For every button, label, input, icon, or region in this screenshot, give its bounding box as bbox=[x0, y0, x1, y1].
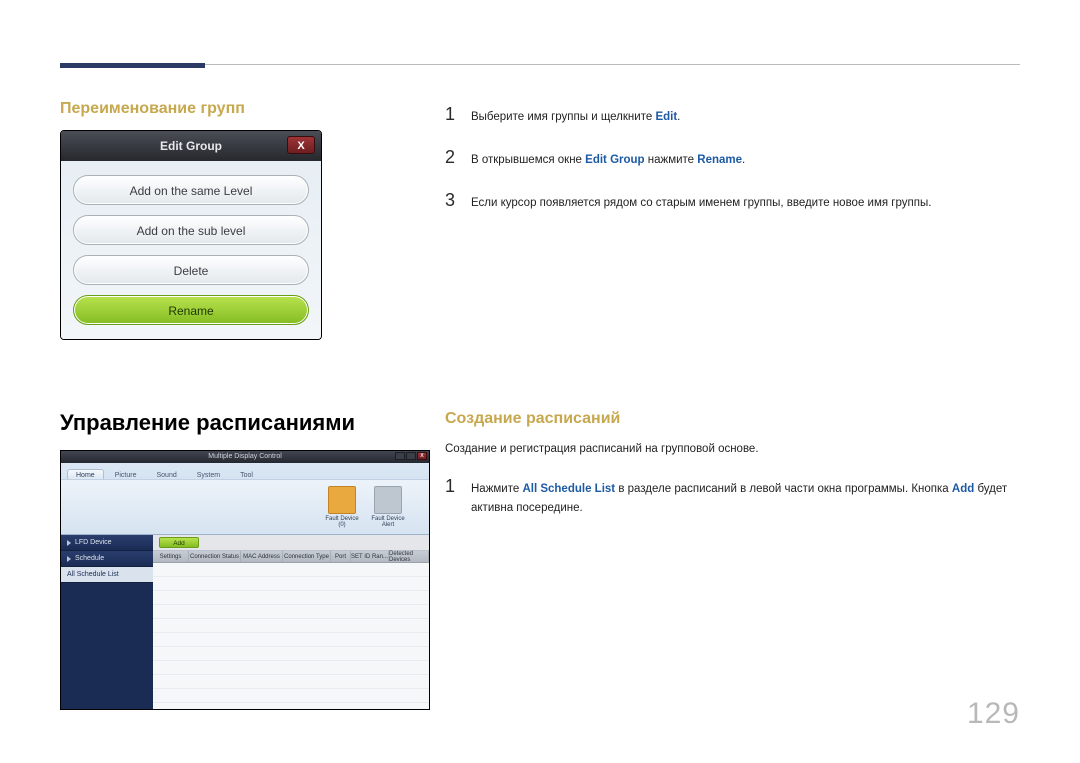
step-text: Выберите имя группы и щелкните bbox=[471, 111, 655, 123]
tab-picture[interactable]: Picture bbox=[106, 469, 146, 479]
mdc-window: Multiple Display Control x Home Picture … bbox=[60, 450, 430, 710]
ribbon-fault-alert[interactable]: Fault Device Alert bbox=[367, 486, 409, 528]
step-number: 3 bbox=[445, 186, 471, 215]
grid-rows bbox=[153, 563, 429, 709]
tab-system[interactable]: System bbox=[188, 469, 229, 479]
warning-icon bbox=[328, 486, 356, 514]
add-same-level-button[interactable]: Add on the same Level bbox=[73, 175, 309, 205]
create-schedules-intro: Создание и регистрация расписаний на гру… bbox=[445, 440, 1020, 458]
dialog-title: Edit Group X bbox=[61, 131, 321, 161]
col-conn-type: Connection Type bbox=[283, 551, 331, 562]
step-number: 2 bbox=[445, 143, 471, 172]
col-port: Port bbox=[331, 551, 351, 562]
keyword-rename: Rename bbox=[697, 154, 742, 166]
edit-group-dialog: Edit Group X Add on the same Level Add o… bbox=[60, 130, 322, 340]
tab-sound[interactable]: Sound bbox=[147, 469, 185, 479]
col-setid: SET ID Ran... bbox=[351, 551, 389, 562]
keyword-editgroup: Edit Group bbox=[585, 154, 644, 166]
keyword-all-schedule: All Schedule List bbox=[522, 483, 615, 495]
rename-groups-heading: Переименование групп bbox=[60, 100, 440, 118]
page-number: 129 bbox=[967, 697, 1020, 731]
col-mac: MAC Address bbox=[241, 551, 283, 562]
step-text: нажмите bbox=[645, 154, 698, 166]
rename-steps: 1 Выберите имя группы и щелкните Edit. 2… bbox=[440, 100, 1020, 228]
page-content: Переименование групп Edit Group X Add on… bbox=[60, 100, 1020, 710]
close-icon[interactable]: x bbox=[417, 452, 427, 460]
chapter-bar bbox=[60, 63, 205, 68]
sidebar-item-all-schedule[interactable]: All Schedule List bbox=[61, 567, 153, 583]
step-text: В открывшемся окне bbox=[471, 154, 585, 166]
ribbon-label: Fault Device Alert bbox=[367, 516, 409, 528]
step-text: Если курсор появляется рядом со старым и… bbox=[471, 194, 1020, 212]
mdc-titlebar: Multiple Display Control x bbox=[61, 451, 429, 463]
ribbon-label: Fault Device (0) bbox=[321, 516, 363, 528]
step-text: . bbox=[677, 111, 680, 123]
minimize-icon[interactable] bbox=[395, 452, 405, 460]
rename-button[interactable]: Rename bbox=[73, 295, 309, 325]
col-conn-status: Connection Status bbox=[189, 551, 241, 562]
ribbon-fault-device[interactable]: Fault Device (0) bbox=[321, 486, 363, 528]
sidebar-item-schedule[interactable]: Schedule bbox=[61, 551, 153, 567]
close-icon[interactable]: X bbox=[287, 136, 315, 154]
step-text: . bbox=[742, 154, 745, 166]
add-button[interactable]: Add bbox=[159, 537, 199, 548]
step-text: в разделе расписаний в левой части окна … bbox=[615, 483, 952, 495]
delete-button[interactable]: Delete bbox=[73, 255, 309, 285]
step-number: 1 bbox=[445, 100, 471, 129]
col-settings: Settings bbox=[153, 551, 189, 562]
dialog-title-text: Edit Group bbox=[160, 139, 222, 153]
step-text: Нажмите bbox=[471, 483, 522, 495]
keyword-add: Add bbox=[952, 483, 974, 495]
tab-tool[interactable]: Tool bbox=[231, 469, 262, 479]
step-number: 1 bbox=[445, 472, 471, 501]
alert-icon bbox=[374, 486, 402, 514]
grid-header: Settings Connection Status MAC Address C… bbox=[153, 551, 429, 563]
keyword-edit: Edit bbox=[655, 111, 677, 123]
maximize-icon[interactable] bbox=[406, 452, 416, 460]
manage-schedules-heading: Управление расписаниями bbox=[60, 410, 440, 436]
col-detected: Detected Devices bbox=[389, 551, 429, 562]
tab-home[interactable]: Home bbox=[67, 469, 104, 479]
mdc-title-text: Multiple Display Control bbox=[208, 453, 282, 460]
sidebar: LFD Device Schedule All Schedule List bbox=[61, 535, 153, 709]
add-sub-level-button[interactable]: Add on the sub level bbox=[73, 215, 309, 245]
create-schedules-heading: Создание расписаний bbox=[445, 410, 1020, 428]
sidebar-item-lfd[interactable]: LFD Device bbox=[61, 535, 153, 551]
